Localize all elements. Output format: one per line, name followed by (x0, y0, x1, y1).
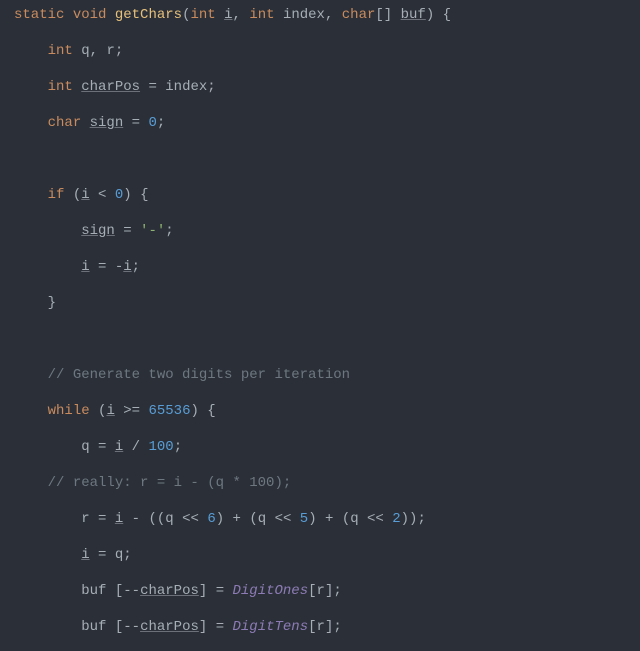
code-line: char sign = 0; (14, 114, 640, 132)
code-line: i = -i; (14, 258, 640, 276)
code-line: static void getChars(int i, int index, c… (14, 6, 640, 24)
code-line: buf [--charPos] = DigitTens[r]; (14, 618, 640, 636)
code-line: if (i < 0) { (14, 186, 640, 204)
code-line: int charPos = index; (14, 78, 640, 96)
code-line: while (i >= 65536) { (14, 402, 640, 420)
code-line: sign = '-'; (14, 222, 640, 240)
code-line: } (14, 294, 640, 312)
code-line (14, 330, 640, 348)
code-editor[interactable]: static void getChars(int i, int index, c… (0, 0, 640, 651)
code-line: buf [--charPos] = DigitOnes[r]; (14, 582, 640, 600)
code-line: q = i / 100; (14, 438, 640, 456)
code-line: r = i - ((q << 6) + (q << 5) + (q << 2))… (14, 510, 640, 528)
code-line: i = q; (14, 546, 640, 564)
code-line: int q, r; (14, 42, 640, 60)
code-line: // Generate two digits per iteration (14, 366, 640, 384)
code-line (14, 150, 640, 168)
code-line: // really: r = i - (q * 100); (14, 474, 640, 492)
